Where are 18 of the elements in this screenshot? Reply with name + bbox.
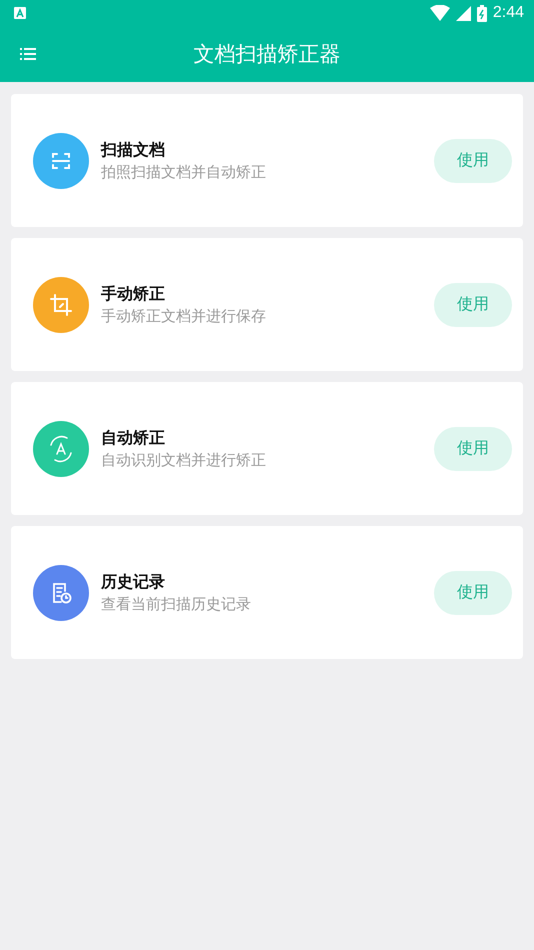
use-button[interactable]: 使用 (434, 282, 512, 326)
status-time: 2:44 (492, 4, 524, 22)
notification-icon (14, 7, 26, 19)
battery-icon (476, 4, 487, 22)
feature-title: 历史记录 (101, 572, 166, 592)
signal-icon (456, 6, 471, 20)
feature-title: 自动矫正 (101, 428, 166, 448)
app-title: 文档扫描矫正器 (194, 41, 340, 68)
use-button[interactable]: 使用 (434, 426, 512, 470)
feature-description: 查看当前扫描历史记录 (101, 594, 252, 614)
use-button[interactable]: 使用 (434, 570, 512, 614)
feature-title: 手动矫正 (101, 284, 166, 304)
feature-description: 拍照扫描文档并自动矫正 (101, 162, 267, 182)
wifi-icon (430, 5, 450, 21)
feature-description: 手动矫正文档并进行保存 (101, 306, 267, 326)
feature-title: 扫描文档 (101, 140, 166, 160)
use-button[interactable]: 使用 (434, 138, 512, 182)
feature-description: 自动识别文档并进行矫正 (101, 450, 267, 470)
